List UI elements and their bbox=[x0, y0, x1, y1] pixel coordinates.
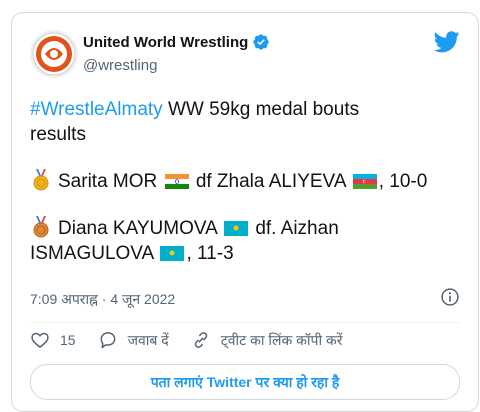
author-handle[interactable]: @wrestling bbox=[83, 57, 157, 74]
explore-twitter-button[interactable]: पता लगाएं Twitter पर क्या हो रहा है bbox=[30, 364, 460, 400]
author-name[interactable]: United World Wrestling bbox=[83, 34, 248, 51]
meta-separator: · bbox=[97, 291, 111, 307]
reply-label: जवाब दें bbox=[127, 331, 169, 348]
reply-button[interactable]: जवाब दें bbox=[98, 330, 169, 350]
bout-1-result: df Zhala ALIYEVA bbox=[195, 171, 346, 192]
like-count: 15 bbox=[60, 332, 76, 348]
verified-badge-icon bbox=[253, 34, 269, 50]
bout-2-winner: Diana KAYUMOVA bbox=[58, 218, 217, 239]
gold-medal-icon bbox=[33, 169, 49, 191]
tweet-intro-text: WW 59kg medal bouts bbox=[162, 99, 360, 120]
copy-link-button[interactable]: ट्वीट का लिंक कॉपी करें bbox=[191, 330, 343, 350]
kazakhstan-flag-icon bbox=[224, 221, 249, 236]
bout-2-loser: ISMAGULOVA bbox=[30, 243, 154, 264]
info-icon[interactable] bbox=[440, 287, 460, 307]
bout-2-line-2: ISMAGULOVA , 11-3 bbox=[30, 241, 470, 266]
tweet-card: United World Wrestling @wrestling #Wrest… bbox=[11, 12, 479, 412]
hashtag-link[interactable]: #WrestleAlmaty bbox=[30, 99, 163, 120]
tweet-actions: 15 जवाब दें ट्वीट का लिंक कॉपी करें bbox=[30, 330, 364, 350]
bout-1-winner: Sarita MOR bbox=[58, 171, 158, 192]
avatar[interactable] bbox=[30, 30, 78, 78]
kazakhstan-flag-icon bbox=[160, 246, 185, 261]
uww-logo-icon bbox=[32, 32, 76, 76]
india-flag-icon bbox=[164, 174, 189, 189]
tweet-timestamp[interactable]: 7:09 अपराह्न · 4 जून 2022 bbox=[30, 290, 175, 309]
bout-2-score: , 11-3 bbox=[186, 243, 234, 264]
tweet-intro-line: #WrestleAlmaty WW 59kg medal bouts bbox=[30, 97, 470, 122]
heart-icon bbox=[31, 332, 49, 349]
tweet-date: 4 जून 2022 bbox=[110, 291, 176, 307]
bout-1: Sarita MOR df Zhala ALIYEVA , 10-0 bbox=[30, 169, 470, 194]
copy-link-label: ट्वीट का लिंक कॉपी करें bbox=[220, 331, 343, 348]
twitter-bird-icon[interactable] bbox=[434, 31, 460, 53]
bout-2-result: df. Aizhan bbox=[255, 218, 339, 239]
bout-1-score: , 10-0 bbox=[378, 171, 428, 192]
tweet-intro-line-2: results bbox=[30, 124, 86, 145]
bronze-medal-icon bbox=[33, 216, 49, 238]
divider bbox=[30, 322, 460, 323]
link-icon bbox=[194, 332, 207, 348]
author-name-row: United World Wrestling bbox=[83, 33, 270, 51]
tweet-time: 7:09 अपराह्न bbox=[30, 291, 98, 307]
reply-bubble-icon bbox=[100, 332, 115, 349]
bout-2: Diana KAYUMOVA df. Aizhan bbox=[30, 216, 470, 241]
azerbaijan-flag-icon bbox=[352, 174, 377, 189]
tweet-text: #WrestleAlmaty WW 59kg medal bouts resul… bbox=[30, 97, 470, 266]
like-button[interactable]: 15 bbox=[30, 330, 76, 350]
